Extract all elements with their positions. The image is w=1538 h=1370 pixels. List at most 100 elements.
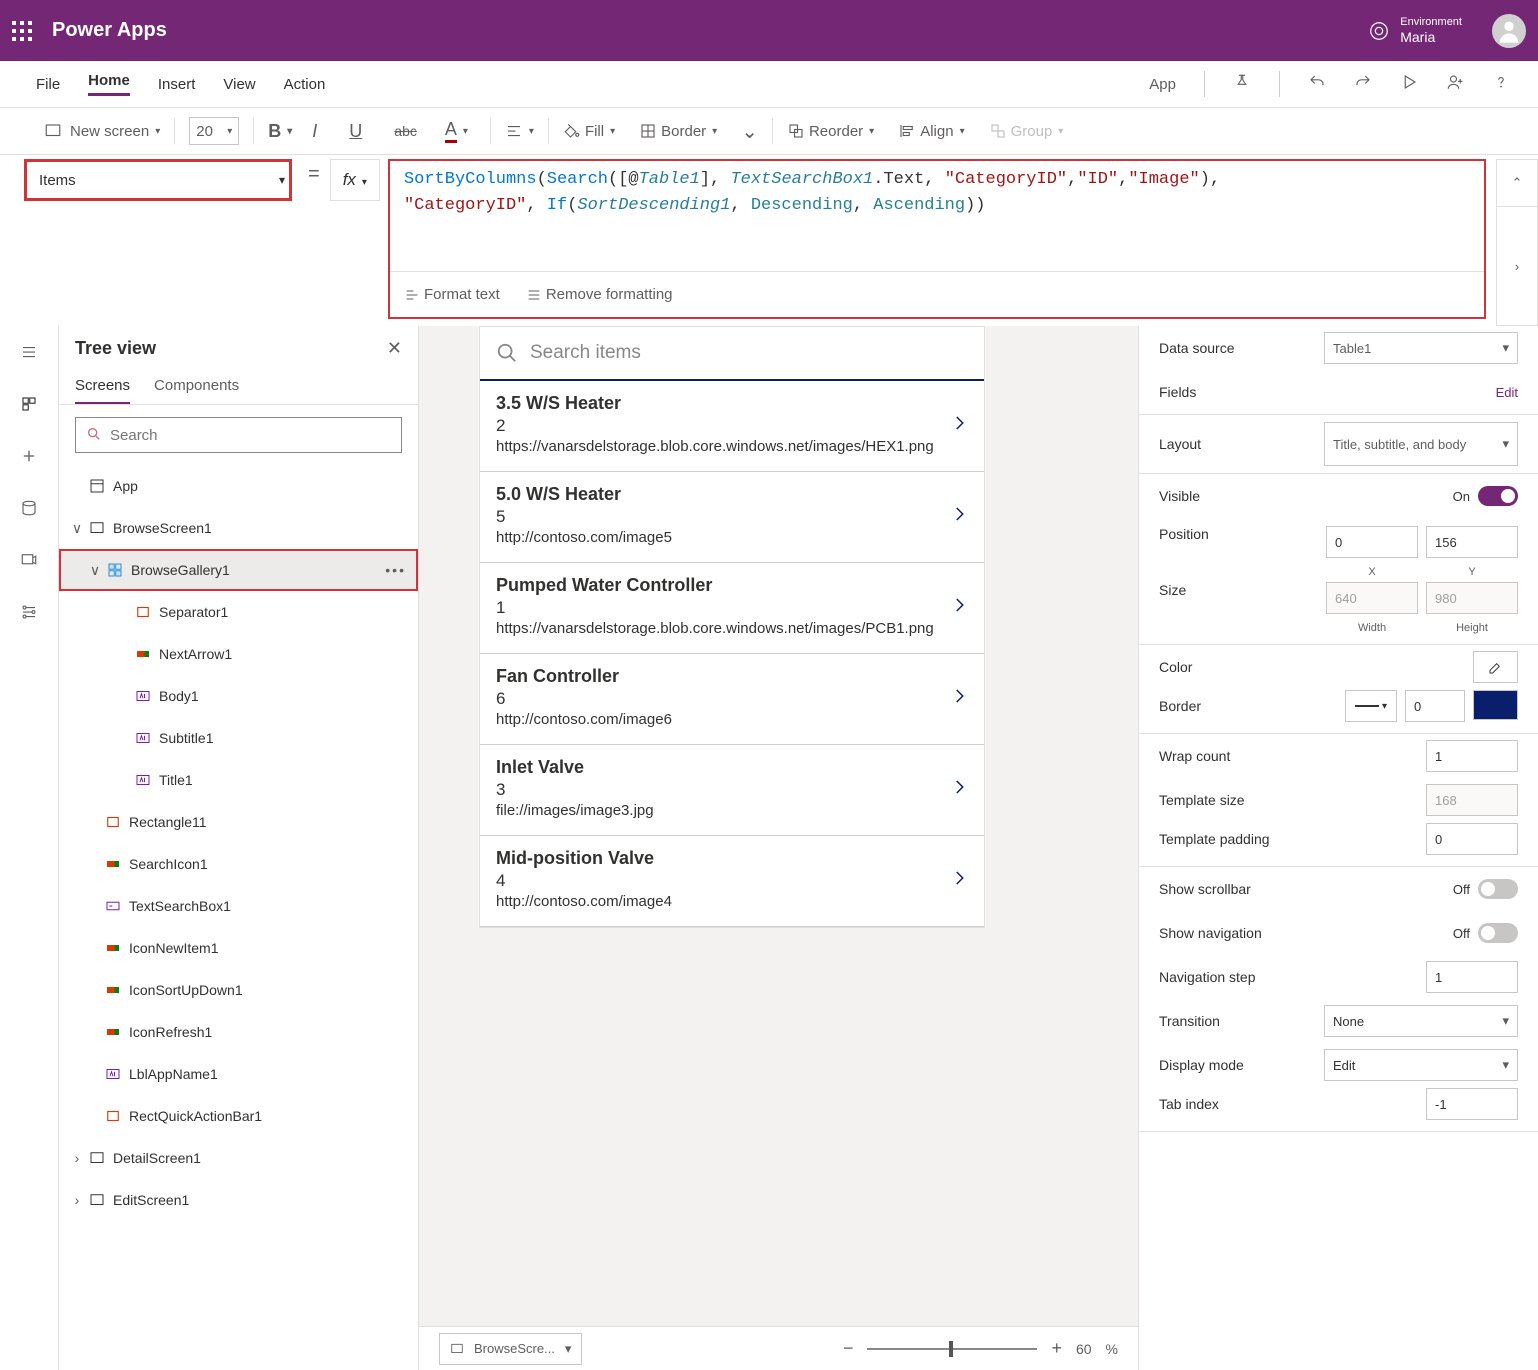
visible-toggle[interactable] bbox=[1478, 486, 1518, 506]
tree-node[interactable]: IconSortUpDown1 bbox=[59, 969, 418, 1011]
text-align-button[interactable] bbox=[505, 122, 534, 140]
menu-file[interactable]: File bbox=[36, 76, 60, 93]
tree-node[interactable]: Title1 bbox=[59, 759, 418, 801]
reorder-button[interactable]: Reorder bbox=[787, 122, 874, 140]
tree-node[interactable]: ∨BrowseScreen1 bbox=[59, 507, 418, 549]
zoom-slider[interactable] bbox=[867, 1348, 1037, 1350]
italic-button[interactable]: I bbox=[300, 121, 329, 142]
show-navigation-toggle[interactable] bbox=[1478, 923, 1518, 943]
template-size-input[interactable]: 168 bbox=[1426, 784, 1518, 816]
border-width-input[interactable]: 0 bbox=[1405, 690, 1465, 722]
template-padding-input[interactable]: 0 bbox=[1426, 823, 1518, 855]
app-launcher-icon[interactable] bbox=[12, 21, 32, 41]
zoom-out-button[interactable]: − bbox=[843, 1338, 854, 1359]
expand-icon[interactable]: ∨ bbox=[67, 520, 87, 537]
collapse-formula-icon[interactable]: ⌃ bbox=[1496, 159, 1538, 206]
share-icon[interactable] bbox=[1446, 73, 1464, 95]
close-tree-icon[interactable]: ✕ bbox=[387, 338, 402, 359]
fx-button[interactable]: fx bbox=[330, 159, 380, 201]
tree-node[interactable]: LblAppName1 bbox=[59, 1053, 418, 1095]
remove-formatting-button[interactable]: Remove formatting bbox=[526, 286, 673, 303]
group-button[interactable]: Group bbox=[989, 122, 1064, 140]
redo-icon[interactable] bbox=[1354, 73, 1372, 95]
help-icon[interactable] bbox=[1492, 73, 1510, 95]
rail-insert-icon[interactable] bbox=[17, 444, 41, 468]
user-avatar[interactable] bbox=[1492, 14, 1526, 48]
preview-search-box[interactable]: Search items bbox=[480, 327, 984, 381]
navigation-step-input[interactable]: 1 bbox=[1426, 961, 1518, 993]
tree-node[interactable]: IconNewItem1 bbox=[59, 927, 418, 969]
undo-icon[interactable] bbox=[1308, 73, 1326, 95]
play-icon[interactable] bbox=[1400, 73, 1418, 95]
tree-node-app[interactable]: App bbox=[59, 465, 418, 507]
tree-node[interactable]: ∨BrowseGallery1••• bbox=[59, 549, 418, 591]
wrap-count-input[interactable]: 1 bbox=[1426, 740, 1518, 772]
chevron-right-icon[interactable] bbox=[950, 500, 968, 531]
tab-index-input[interactable]: -1 bbox=[1426, 1088, 1518, 1120]
border-button[interactable]: Border bbox=[639, 122, 717, 140]
font-size-input[interactable]: 20▾ bbox=[189, 117, 239, 145]
edit-fields-link[interactable]: Edit bbox=[1496, 385, 1518, 400]
menu-insert[interactable]: Insert bbox=[158, 76, 196, 93]
rail-hamburger-icon[interactable] bbox=[17, 340, 41, 364]
app-preview[interactable]: Search items 3.5 W/S Heater2https://vana… bbox=[479, 326, 985, 928]
border-color-swatch[interactable] bbox=[1473, 690, 1518, 720]
underline-button[interactable]: U bbox=[337, 121, 374, 142]
rail-media-icon[interactable] bbox=[17, 548, 41, 572]
tree-node[interactable]: NextArrow1 bbox=[59, 633, 418, 675]
gallery-item[interactable]: Pumped Water Controller1https://vanarsde… bbox=[480, 563, 984, 654]
tab-components[interactable]: Components bbox=[154, 369, 239, 404]
app-selector[interactable]: App bbox=[1149, 76, 1176, 93]
color-edit-button[interactable] bbox=[1473, 651, 1518, 683]
more-icon[interactable]: ••• bbox=[385, 562, 406, 578]
expand-icon[interactable]: › bbox=[67, 1192, 87, 1208]
align-button[interactable]: Align bbox=[898, 122, 964, 140]
zoom-in-button[interactable]: + bbox=[1051, 1338, 1062, 1359]
font-color-button[interactable]: A bbox=[437, 119, 476, 143]
gallery-item[interactable]: Fan Controller6http://contoso.com/image6 bbox=[480, 654, 984, 745]
gallery-item[interactable]: Mid-position Valve4http://contoso.com/im… bbox=[480, 836, 984, 927]
tree-node[interactable]: IconRefresh1 bbox=[59, 1011, 418, 1053]
rail-advanced-icon[interactable] bbox=[17, 600, 41, 624]
transition-dropdown[interactable]: None▾ bbox=[1324, 1005, 1518, 1037]
rail-tree-view-icon[interactable] bbox=[17, 392, 41, 416]
layout-dropdown[interactable]: Title, subtitle, and body▾ bbox=[1324, 422, 1518, 466]
expand-chevron-icon[interactable]: ⌄ bbox=[741, 119, 758, 144]
tree-node[interactable]: Subtitle1 bbox=[59, 717, 418, 759]
property-selector[interactable]: Items ▾ bbox=[24, 159, 292, 201]
data-source-dropdown[interactable]: Table1▾ bbox=[1324, 332, 1518, 364]
fill-button[interactable]: Fill bbox=[563, 122, 615, 140]
tree-node[interactable]: Separator1 bbox=[59, 591, 418, 633]
tree-node[interactable]: RectQuickActionBar1 bbox=[59, 1095, 418, 1137]
border-style-dropdown[interactable]: ▾ bbox=[1345, 690, 1397, 722]
expand-icon[interactable]: ∨ bbox=[85, 562, 105, 579]
new-screen-button[interactable]: New screen bbox=[70, 123, 160, 140]
chevron-right-icon[interactable] bbox=[950, 773, 968, 804]
expand-icon[interactable]: › bbox=[67, 1150, 87, 1166]
size-height-input[interactable]: 980 bbox=[1426, 582, 1518, 614]
chevron-right-icon[interactable] bbox=[950, 682, 968, 713]
position-x-input[interactable]: 0 bbox=[1326, 526, 1418, 558]
gallery-item[interactable]: 3.5 W/S Heater2https://vanarsdelstorage.… bbox=[480, 381, 984, 472]
tree-node[interactable]: TextSearchBox1 bbox=[59, 885, 418, 927]
tree-node[interactable]: ›DetailScreen1 bbox=[59, 1137, 418, 1179]
display-mode-dropdown[interactable]: Edit▾ bbox=[1324, 1049, 1518, 1081]
menu-action[interactable]: Action bbox=[284, 76, 326, 93]
chevron-right-icon[interactable] bbox=[950, 409, 968, 440]
format-text-button[interactable]: Format text bbox=[404, 286, 500, 303]
menu-home[interactable]: Home bbox=[88, 72, 130, 96]
gallery-item[interactable]: 5.0 W/S Heater5http://contoso.com/image5 bbox=[480, 472, 984, 563]
formula-editor[interactable]: SortByColumns(Search([@Table1], TextSear… bbox=[388, 159, 1486, 319]
screen-selector[interactable]: BrowseScre... ▾ bbox=[439, 1333, 582, 1365]
tab-screens[interactable]: Screens bbox=[75, 369, 130, 404]
expand-formula-icon[interactable]: › bbox=[1496, 206, 1538, 326]
formula-text[interactable]: SortByColumns(Search([@Table1], TextSear… bbox=[390, 161, 1484, 271]
tree-node[interactable]: Body1 bbox=[59, 675, 418, 717]
app-checker-icon[interactable] bbox=[1233, 73, 1251, 95]
rail-data-icon[interactable] bbox=[17, 496, 41, 520]
position-y-input[interactable]: 156 bbox=[1426, 526, 1518, 558]
gallery-item[interactable]: Inlet Valve3file://images/image3.jpg bbox=[480, 745, 984, 836]
bold-button[interactable]: B bbox=[268, 121, 292, 142]
strikethrough-button[interactable]: abc bbox=[382, 123, 429, 139]
menu-view[interactable]: View bbox=[223, 76, 255, 93]
